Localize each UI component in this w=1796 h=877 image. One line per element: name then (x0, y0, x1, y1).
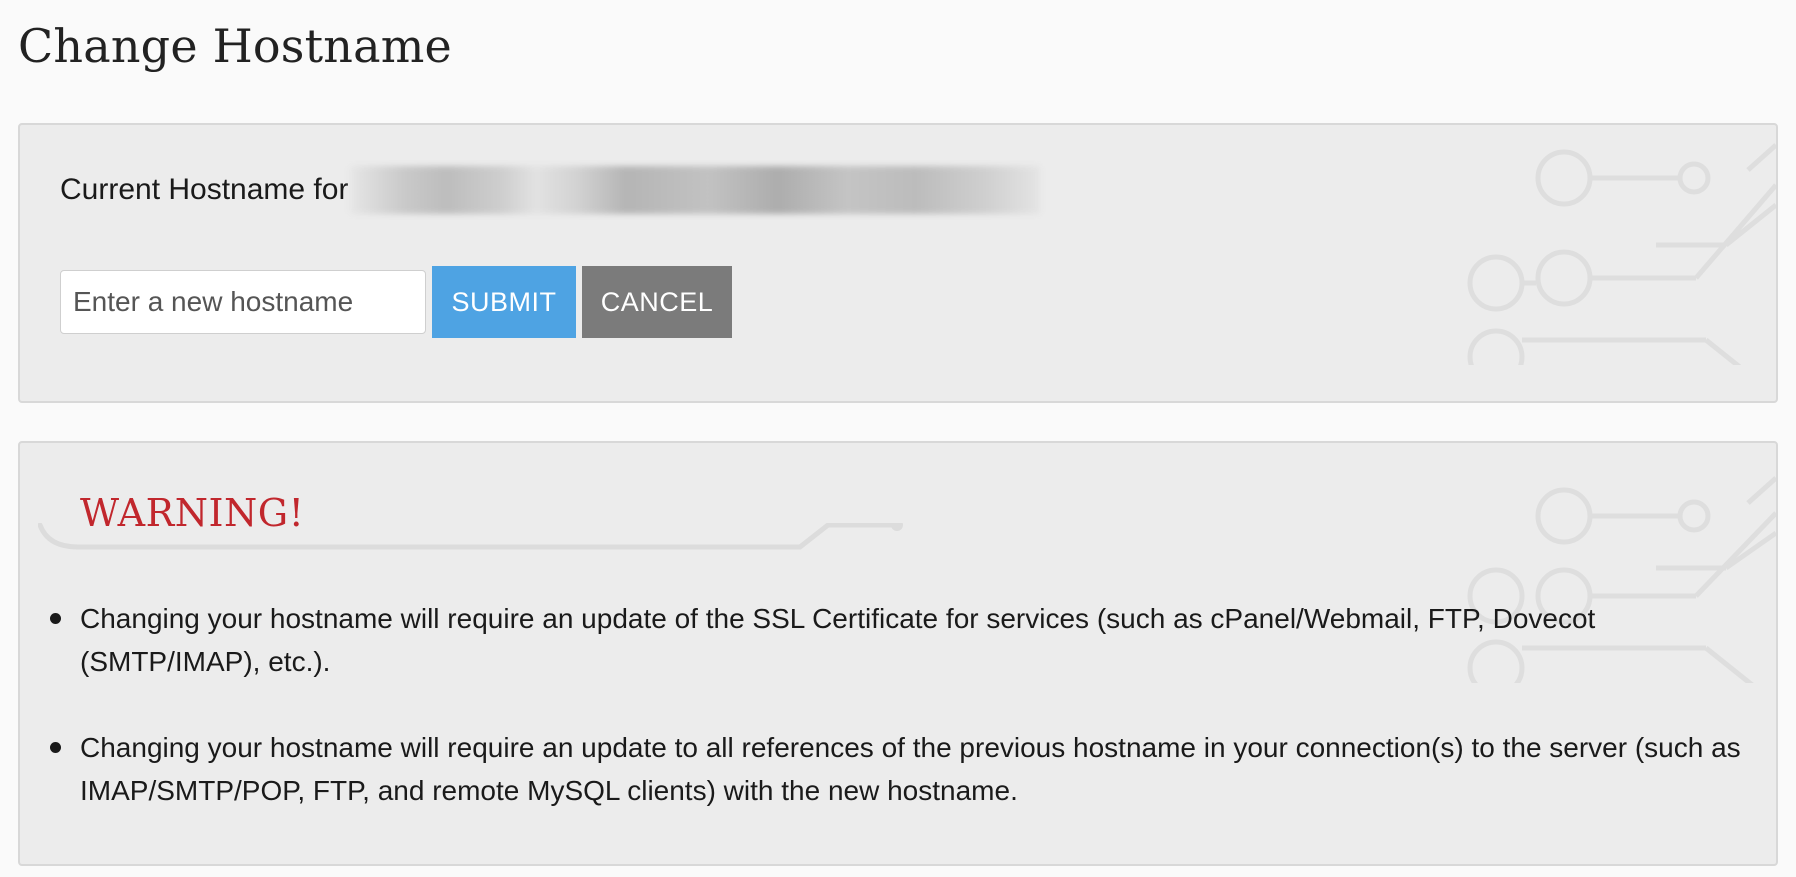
warning-item-text: Changing your hostname will require an u… (80, 603, 1596, 677)
warning-item: Changing your hostname will require an u… (50, 726, 1776, 812)
page: Change Hostname Current Hostname for Ent… (0, 0, 1796, 877)
bullet-icon (50, 613, 61, 624)
circuit-decoration-icon (1467, 143, 1776, 365)
current-hostname-label: Current Hostname for (60, 173, 349, 206)
hostname-form: SUBMIT CANCEL (60, 266, 732, 338)
new-hostname-input[interactable] (60, 270, 426, 334)
cancel-button[interactable]: CANCEL (582, 266, 732, 338)
warning-item-text: Changing your hostname will require an u… (80, 732, 1741, 806)
submit-button[interactable]: SUBMIT (432, 266, 576, 338)
current-hostname-line: Current Hostname for (60, 165, 1041, 215)
current-hostname-value-redacted (350, 166, 1041, 214)
warning-item: Changing your hostname will require an u… (50, 597, 1776, 683)
bullet-icon (50, 742, 61, 753)
warning-panel: WARNING! Changing your hostname will req… (18, 441, 1778, 866)
hostname-panel: Current Hostname for SUBMIT CANCEL (18, 123, 1778, 403)
page-title: Change Hostname (18, 19, 452, 73)
warning-list: Changing your hostname will require an u… (50, 597, 1776, 855)
warning-title: WARNING! (80, 491, 305, 535)
